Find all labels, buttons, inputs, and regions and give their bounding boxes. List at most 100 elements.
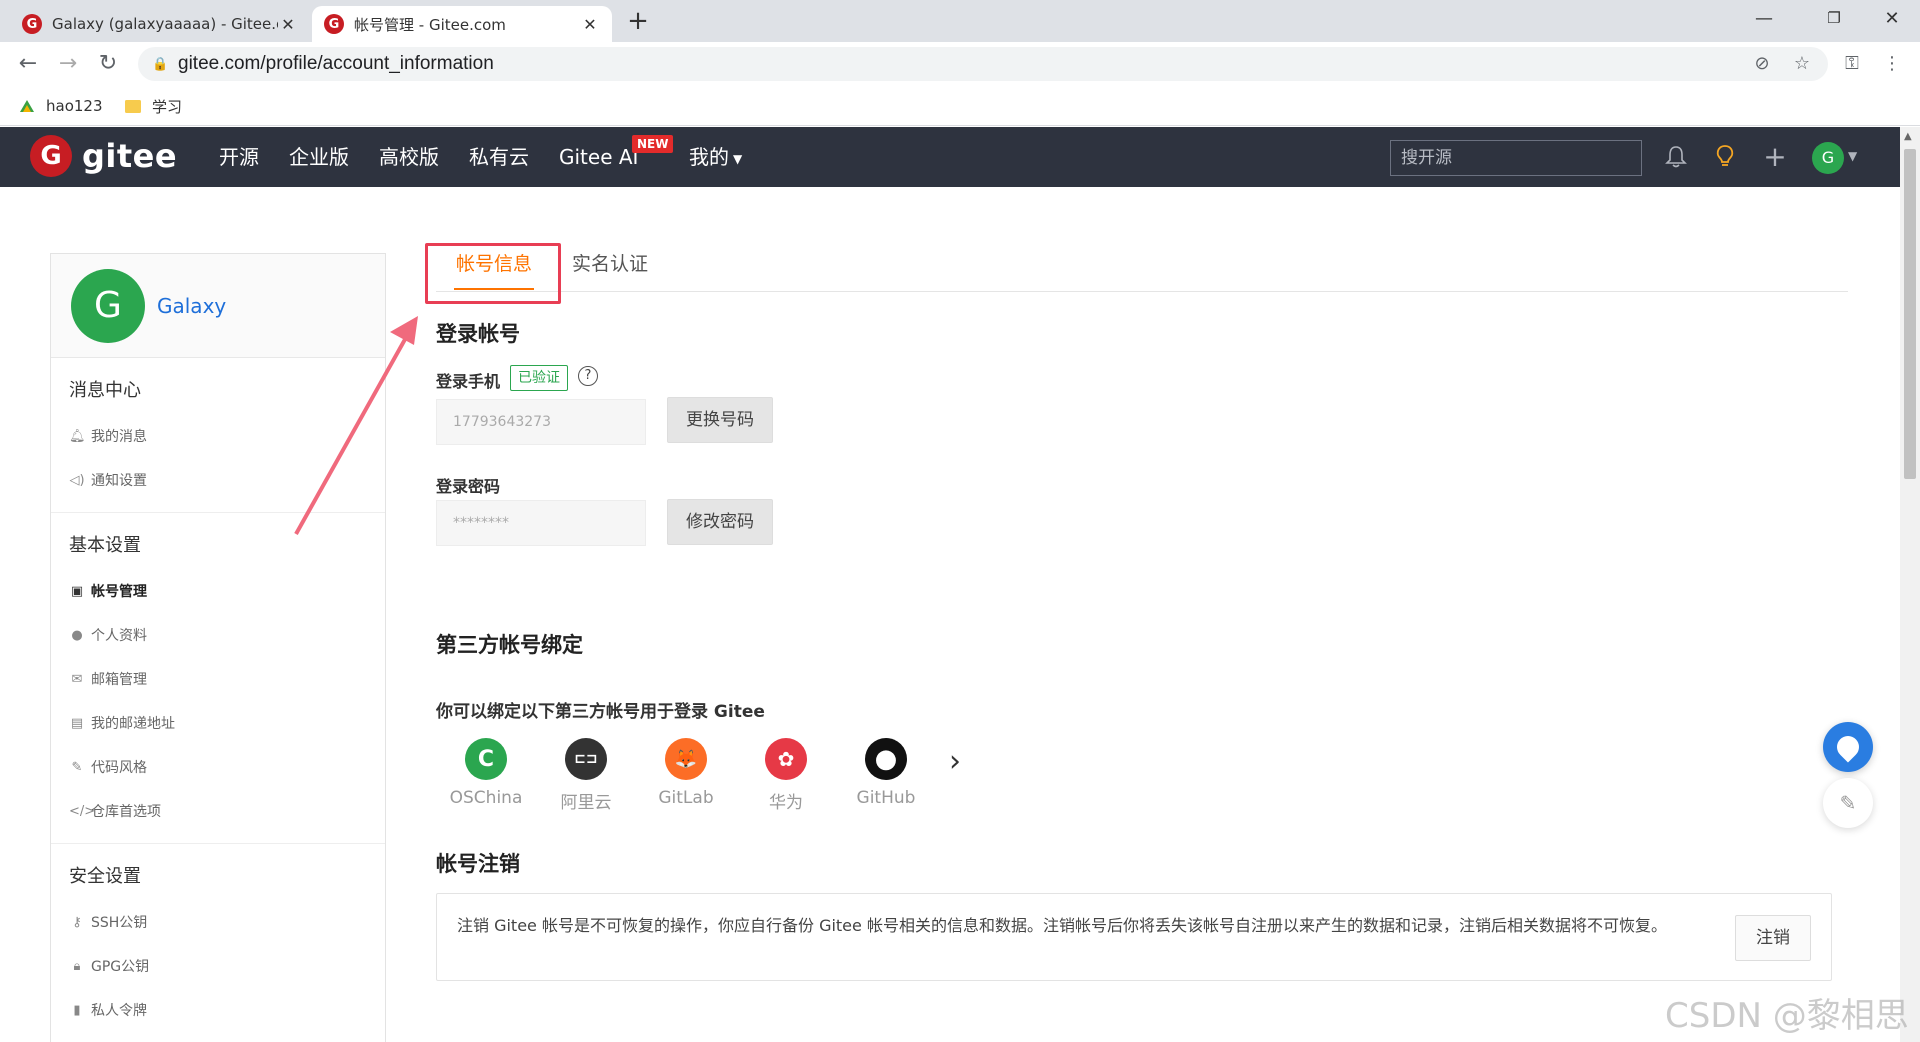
nav-enterprise[interactable]: 企业版 (289, 127, 349, 187)
gitee-logo-text: gitee (82, 137, 178, 175)
third-party-description: 你可以绑定以下第三方帐号用于登录 Gitee (436, 702, 765, 722)
feedback-float-button[interactable]: ✎ (1823, 778, 1873, 828)
scroll-thumb[interactable] (1904, 149, 1916, 479)
gitee-header: G gitee 开源 企业版 高校版 私有云 Gitee AI NEW 我的 ▼ … (0, 127, 1900, 187)
provider-huawei[interactable]: ✿ 华为 (746, 738, 826, 813)
close-icon[interactable]: ✕ (278, 15, 298, 34)
nav-gitee-ai[interactable]: Gitee AI (559, 127, 638, 187)
sidebar-item-label: 仓库首选项 (91, 804, 161, 820)
chevron-down-icon[interactable]: ▼ (1848, 149, 1857, 163)
menu-icon[interactable]: ⋮ (1876, 48, 1908, 80)
bookmark-study[interactable]: 学习 (124, 94, 182, 118)
sidebar-item-account[interactable]: ▣ 帐号管理 (51, 569, 385, 613)
sidebar-item-label: 通知设置 (91, 473, 147, 489)
sidebar-section-title: 安全设置 (69, 866, 141, 887)
minimize-icon[interactable]: — (1736, 0, 1792, 36)
tab-real-name[interactable]: 实名认证 (572, 244, 648, 292)
browser-tab-bar: G Galaxy (galaxyaaaaa) - Gitee.co ✕ G 帐号… (0, 0, 1920, 42)
sidebar-section-title: 基本设置 (69, 535, 141, 556)
eye-off-icon[interactable]: ⊘ (1746, 47, 1778, 81)
verified-badge: 已验证 (510, 365, 568, 391)
sidebar-item-code-style[interactable]: ✎ 代码风格 (51, 745, 385, 789)
token-icon: ▮ (73, 1002, 81, 1018)
provider-name: GitHub (856, 788, 916, 808)
new-tab-button[interactable]: + (622, 6, 654, 36)
avatar[interactable]: G (1812, 142, 1844, 174)
cancel-account-button[interactable]: 注销 (1735, 915, 1811, 961)
gitee-logo[interactable]: G gitee (30, 135, 177, 177)
gitee-favicon-icon: G (324, 14, 344, 34)
star-icon[interactable]: ☆ (1786, 47, 1818, 81)
reload-icon[interactable]: ↻ (92, 48, 124, 80)
settings-sidebar: G Galaxy 消息中心 🔔︎ 我的消息 ◁) 通知设置 基本设置 ▣ 帐号管理 ●… (50, 253, 386, 1042)
annotation-highlight-box (425, 243, 561, 304)
sidebar-item-private-tokens[interactable]: ▮ 私人令牌 (51, 988, 385, 1032)
sidebar-item-gpg-keys[interactable]: 🔒︎ GPG公钥 (51, 944, 385, 988)
lock-icon: 🔒 (152, 56, 169, 72)
huawei-icon: ✿ (765, 738, 807, 780)
nav-open-source[interactable]: 开源 (219, 127, 259, 187)
assistant-float-button[interactable] (1823, 722, 1873, 772)
bookmark-hao123[interactable]: hao123 (18, 94, 103, 118)
browser-tab-galaxy[interactable]: G Galaxy (galaxyaaaaa) - Gitee.co ✕ (10, 6, 310, 42)
assistant-icon (1832, 731, 1864, 763)
forward-icon[interactable]: → (52, 48, 84, 80)
nav-mine-label: 我的 (689, 145, 729, 169)
plus-icon[interactable]: + (1759, 141, 1791, 173)
provider-gitlab[interactable]: 🦊 GitLab (646, 738, 726, 808)
bookmark-label: 学习 (152, 97, 183, 116)
key-icon: ⚷ (72, 914, 82, 930)
phone-field[interactable]: 17793643273 (436, 399, 646, 445)
chevron-right-icon[interactable]: › (949, 744, 961, 779)
nav-mine[interactable]: 我的 ▼ (689, 127, 742, 187)
bell-icon[interactable] (1660, 141, 1692, 173)
maximize-icon[interactable]: ❐ (1806, 0, 1862, 36)
sidebar-item-label: 代码风格 (91, 760, 147, 776)
provider-name: GitLab (658, 788, 714, 808)
address-bar-row: ← → ↻ 🔒 gitee.com/profile/account_inform… (0, 42, 1920, 86)
nav-university[interactable]: 高校版 (379, 127, 439, 187)
phone-label: 登录手机 (436, 372, 501, 391)
avatar[interactable]: G (71, 268, 145, 343)
back-icon[interactable]: ← (12, 48, 44, 80)
mail-icon: ✉ (71, 671, 83, 687)
folder-icon (125, 100, 141, 113)
sidebar-item-notification-settings[interactable]: ◁) 通知设置 (51, 458, 385, 502)
sidebar-item-ssh-keys[interactable]: ⚷ SSH公钥 (51, 900, 385, 944)
help-icon[interactable]: ? (578, 366, 598, 386)
lightbulb-icon[interactable] (1709, 141, 1741, 173)
sidebar-item-my-messages[interactable]: 🔔︎ 我的消息 (51, 414, 385, 458)
sidebar-item-label: 邮箱管理 (91, 672, 147, 688)
change-phone-button[interactable]: 更换号码 (667, 397, 773, 443)
search-input[interactable]: 搜开源 (1390, 140, 1642, 176)
edit-icon: ✎ (1839, 791, 1857, 815)
cancel-account-warning: 注销 Gitee 帐号是不可恢复的操作，你应自行备份 Gitee 帐号相关的信息… (457, 916, 1667, 935)
url-bar[interactable]: 🔒 gitee.com/profile/account_information … (138, 47, 1828, 81)
provider-aliyun[interactable]: ⊏⊐ 阿里云 (546, 738, 626, 813)
browser-tab-account[interactable]: G 帐号管理 - Gitee.com ✕ (312, 6, 612, 42)
sidebar-item-profile[interactable]: ● 个人资料 (51, 613, 385, 657)
scroll-up-icon[interactable]: ▲ (1904, 131, 1912, 142)
window-close-icon[interactable]: ✕ (1864, 0, 1920, 36)
key-icon[interactable]: ⚿ (1836, 48, 1868, 80)
speaker-icon: ◁) (69, 472, 85, 488)
user-name-link[interactable]: Galaxy (157, 294, 226, 318)
change-password-button[interactable]: 修改密码 (667, 499, 773, 545)
brush-icon: ✎ (71, 759, 83, 775)
provider-github[interactable]: ● GitHub (846, 738, 926, 808)
close-icon[interactable]: ✕ (580, 15, 600, 34)
sidebar-item-label: 我的消息 (91, 429, 147, 445)
hao123-icon (20, 100, 34, 112)
sidebar-item-address[interactable]: ▤ 我的邮递地址 (51, 701, 385, 745)
sidebar-section-messages: 消息中心 🔔︎ 我的消息 ◁) 通知设置 (51, 358, 385, 513)
nav-private-cloud[interactable]: 私有云 (469, 127, 529, 187)
page-scrollbar[interactable]: ▲ (1900, 127, 1920, 1042)
provider-oschina[interactable]: C OSChina (446, 738, 526, 808)
address-card-icon: ▤ (70, 715, 84, 731)
sidebar-item-repo-preferences[interactable]: </> 仓库首选项 (51, 789, 385, 833)
new-badge: NEW (632, 135, 674, 153)
sidebar-item-label: GPG公钥 (91, 959, 150, 975)
sidebar-item-email[interactable]: ✉ 邮箱管理 (51, 657, 385, 701)
password-field[interactable]: ******** (436, 500, 646, 546)
bookmark-label: hao123 (46, 97, 103, 115)
